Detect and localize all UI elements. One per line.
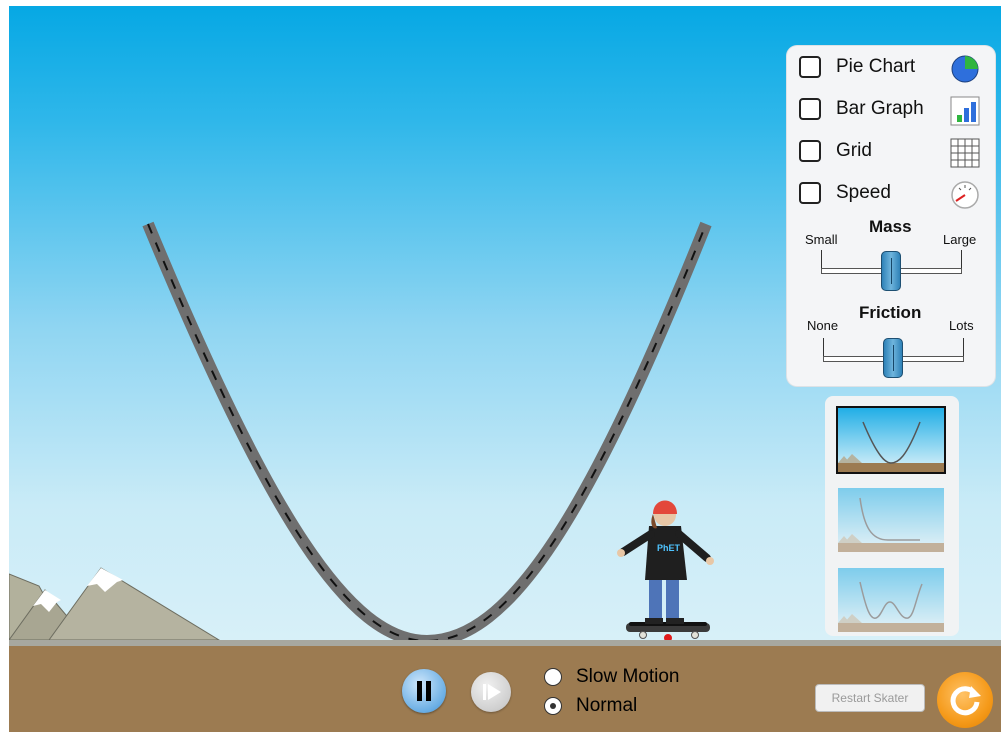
bar-graph-label: Bar Graph xyxy=(836,98,924,119)
reset-all-button[interactable] xyxy=(937,672,993,728)
track-option-slope[interactable] xyxy=(838,488,944,552)
bar-graph-checkbox[interactable] xyxy=(799,98,821,120)
skater[interactable]: PhET xyxy=(617,500,714,643)
restart-skater-button[interactable]: Restart Skater xyxy=(815,684,925,712)
friction-max-label: Lots xyxy=(949,318,974,333)
friction-slider-thumb[interactable] xyxy=(883,338,903,378)
pie-chart-label: Pie Chart xyxy=(836,56,916,77)
speedometer-icon xyxy=(951,181,979,209)
bar-graph-checkbox-row[interactable]: Bar Graph xyxy=(799,96,989,126)
mountains xyxy=(9,567,221,641)
track-selector xyxy=(825,396,959,636)
pie-chart-icon xyxy=(951,55,979,83)
step-forward-button[interactable] xyxy=(471,672,511,712)
normal-speed-radio[interactable] xyxy=(544,697,562,715)
normal-speed-label: Normal xyxy=(576,695,638,716)
grid-checkbox[interactable] xyxy=(799,140,821,162)
speed-checkbox[interactable] xyxy=(799,182,821,204)
grid-checkbox-row[interactable]: Grid xyxy=(799,138,989,168)
friction-min-label: None xyxy=(807,318,839,333)
reset-all-icon xyxy=(950,686,981,716)
speed-label: Speed xyxy=(836,182,891,203)
pie-chart-checkbox[interactable] xyxy=(799,56,821,78)
speed-checkbox-row[interactable]: Speed xyxy=(799,180,989,209)
friction-title: Friction xyxy=(859,303,922,322)
grid-label: Grid xyxy=(836,140,872,161)
step-forward-icon xyxy=(483,684,501,700)
slow-motion-radio[interactable] xyxy=(544,668,562,686)
control-panel: Pie Chart Bar Graph Grid Speed Mass Smal… xyxy=(787,46,995,386)
mass-title: Mass xyxy=(869,217,912,236)
slow-motion-label: Slow Motion xyxy=(576,666,680,687)
skater-shirt-text: PhET xyxy=(657,543,681,553)
track-option-parabola[interactable] xyxy=(838,408,944,472)
grid-icon xyxy=(950,138,980,168)
mass-min-label: Small xyxy=(805,232,838,247)
bar-graph-icon xyxy=(950,96,980,126)
mass-slider-thumb[interactable] xyxy=(881,251,901,291)
skate-track[interactable] xyxy=(142,221,712,648)
simulation-area: PhET Pie Chart Bar Graph Grid Speed Mass… xyxy=(9,6,1001,732)
track-option-double-well[interactable] xyxy=(838,568,944,632)
pause-button[interactable] xyxy=(402,669,446,713)
mass-max-label: Large xyxy=(943,232,977,247)
pie-chart-checkbox-row[interactable]: Pie Chart xyxy=(799,54,989,83)
